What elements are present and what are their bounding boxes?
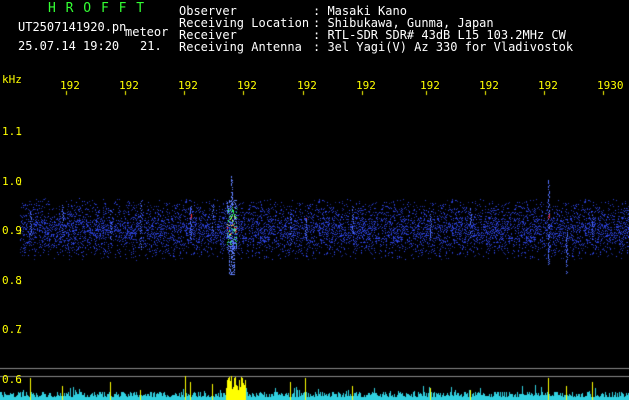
x-tick-1: 192 xyxy=(60,79,80,92)
y-unit-label: kHz xyxy=(2,73,22,86)
y-tick-1-0: 1.0 xyxy=(2,175,22,188)
y-tick-0-9: 0.9 xyxy=(2,224,22,237)
x-tick-2: 192 xyxy=(119,79,139,92)
x-tick-4: 192 xyxy=(237,79,257,92)
y-tick-0-6: 0.6 xyxy=(2,373,22,386)
antenna-label: Receiving Antenna xyxy=(179,40,302,54)
y-tick-0-7: 0.7 xyxy=(2,323,22,336)
x-tick-6: 192 xyxy=(356,79,376,92)
x-tick-9: 192 xyxy=(538,79,558,92)
brand-title: H R O F F T xyxy=(48,1,146,16)
detection-tag: meteor xyxy=(125,25,169,39)
date-time: 25.07.14 19:20 xyxy=(18,39,120,53)
frame-index: 21. xyxy=(140,39,162,53)
x-tick-7: 192 xyxy=(420,79,440,92)
y-tick-0-8: 0.8 xyxy=(2,274,22,287)
antenna-value: : 3el Yagi(V) Az 330 for Vladivostok xyxy=(313,40,574,54)
x-tick-5: 192 xyxy=(297,79,317,92)
x-tick-3: 192 xyxy=(178,79,198,92)
y-tick-1-1: 1.1 xyxy=(2,125,22,138)
spectrogram-canvas xyxy=(0,0,629,400)
file-name: UT2507141920.pn xyxy=(18,20,127,34)
x-tick-8: 192 xyxy=(479,79,499,92)
x-tick-10: 1930 xyxy=(597,79,624,92)
